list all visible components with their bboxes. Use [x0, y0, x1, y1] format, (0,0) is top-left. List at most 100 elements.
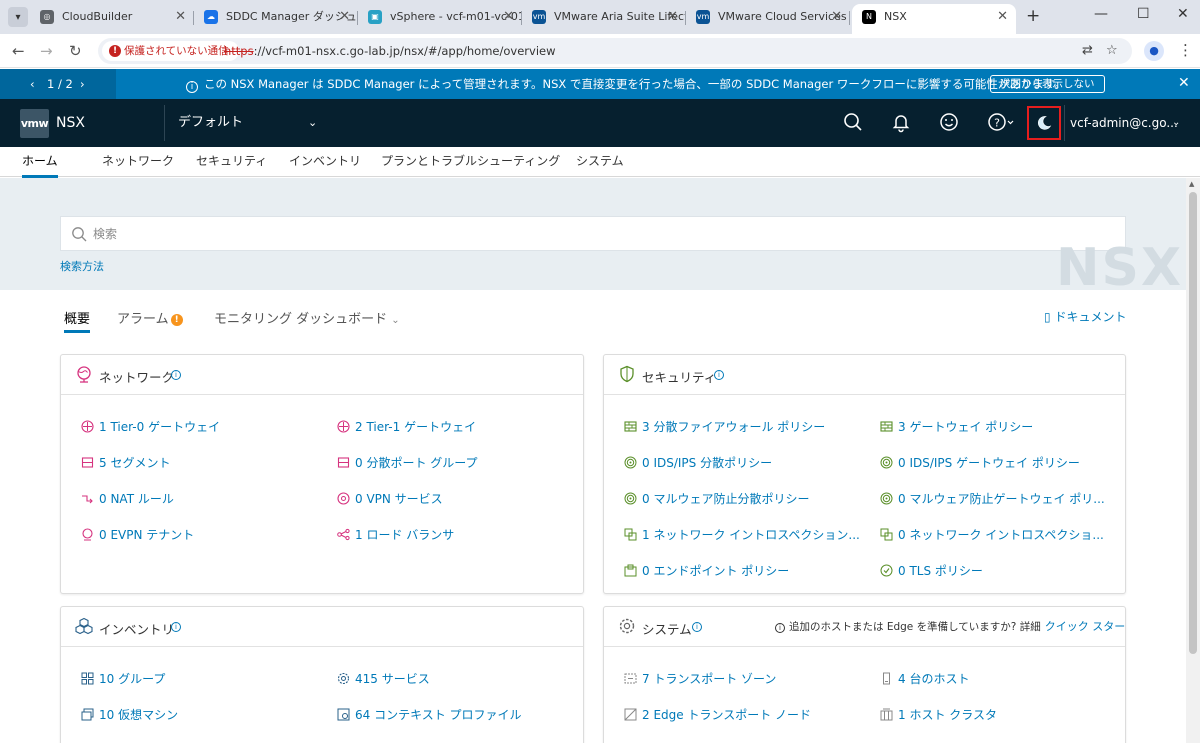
scroll-up-icon[interactable]: ▲ [1189, 180, 1194, 188]
security-item-ids-dist[interactable]: 0 IDS/IPS 分散ポリシー [624, 454, 772, 471]
network-globe-icon [75, 365, 93, 383]
system-item-edge-nodes[interactable]: 2 Edge トランスポート ノード [624, 706, 811, 723]
help-icon[interactable]: ? [986, 111, 1018, 133]
nav-system[interactable]: システム [576, 147, 624, 175]
tab-close-icon[interactable]: ✕ [175, 4, 186, 30]
tab-close-icon[interactable]: ✕ [667, 4, 678, 30]
search-field[interactable] [60, 216, 1126, 251]
documentation-link[interactable]: ▯ ドキュメント [1044, 308, 1126, 325]
network-item-lb[interactable]: 1 ロード バランサ [337, 526, 454, 543]
pager-prev-icon[interactable]: ‹ [30, 69, 35, 99]
security-indicator[interactable]: ! 保護されていない通信 [102, 41, 239, 61]
omnibox[interactable]: ! 保護されていない通信 https://vcf-m01-nsx.c.go-la… [98, 38, 1132, 64]
browser-tab-sddc-manager[interactable]: ☁ SDDC Manager ダッシュボード ✕ [194, 4, 358, 34]
nav-security[interactable]: セキュリティ [196, 147, 267, 175]
firewall-icon [624, 420, 637, 433]
browser-tab-aria-suite[interactable]: vm VMware Aria Suite Lifecycle ✕ [522, 4, 686, 34]
security-item-ids-gw[interactable]: 0 IDS/IPS ゲートウェイ ポリシー [880, 454, 1080, 471]
network-item-segments[interactable]: 5 セグメント [81, 454, 170, 471]
tab-close-icon[interactable]: ✕ [997, 4, 1008, 30]
browser-menu-icon[interactable]: ⋮ [1178, 41, 1193, 59]
network-item-tier0[interactable]: 1 Tier-0 ゲートウェイ [81, 418, 220, 435]
banner-close-icon[interactable]: ✕ [1178, 75, 1190, 91]
browser-tab-cloudbuilder[interactable]: ◎ CloudBuilder ✕ [30, 4, 194, 34]
system-card-title: システム [642, 622, 692, 637]
banner-text: この NSX Manager は SDDC Manager によって管理されます… [204, 77, 1066, 91]
nav-inventory[interactable]: インベントリ [289, 147, 361, 175]
inventory-item-services[interactable]: 415 サービス [337, 670, 430, 687]
security-item-gw-policy[interactable]: 3 ゲートウェイ ポリシー [880, 418, 1033, 435]
feedback-smiley-icon[interactable] [938, 111, 960, 133]
tab-close-icon[interactable]: ✕ [503, 4, 514, 30]
browser-tab-cloud-services[interactable]: vm VMware Cloud Services ✕ [686, 4, 850, 34]
item-label: 4 台のホスト [898, 672, 970, 686]
scroll-thumb[interactable] [1189, 192, 1197, 654]
security-item-tls[interactable]: 0 TLS ポリシー [880, 562, 983, 579]
item-label: 10 仮想マシン [99, 708, 179, 722]
translate-icon[interactable]: ⇄ [1082, 43, 1093, 58]
maximize-icon[interactable]: ☐ [1137, 6, 1150, 22]
page-scrollbar[interactable]: ▲ [1186, 178, 1200, 743]
chevron-down-icon[interactable]: ⌄ [308, 99, 317, 147]
profile-avatar-icon[interactable]: ● [1144, 41, 1164, 61]
browser-tab-nsx[interactable]: N NSX ✕ [852, 4, 1016, 34]
quick-start-link[interactable]: クイック スタート [1045, 620, 1125, 633]
chevron-down-icon[interactable]: ⌄ [1172, 99, 1180, 147]
search-icon[interactable] [842, 111, 864, 133]
minimize-icon[interactable]: — [1094, 6, 1108, 22]
tab-close-icon[interactable]: ✕ [831, 4, 842, 30]
back-icon[interactable]: ← [12, 42, 25, 60]
tab-alarms[interactable]: アラーム! [117, 308, 183, 327]
inventory-card-header: インベントリ i [61, 607, 583, 647]
info-icon[interactable]: i [714, 370, 724, 380]
security-item-endpoint[interactable]: 0 エンドポイント ポリシー [624, 562, 789, 579]
nav-plan-troubleshoot[interactable]: プランとトラブルシューティング [381, 147, 560, 175]
ids-target-icon [880, 456, 893, 469]
tab-monitoring-dashboard[interactable]: モニタリング ダッシュボード ⌄ [214, 308, 400, 327]
network-item-dvpg[interactable]: 0 分散ポート グループ [337, 454, 478, 471]
network-card: ネットワーク i 1 Tier-0 ゲートウェイ 2 Tier-1 ゲートウェイ… [60, 354, 584, 594]
bell-icon[interactable] [890, 111, 912, 133]
info-icon[interactable]: i [171, 622, 181, 632]
system-item-hosts[interactable]: 4 台のホスト [880, 670, 969, 687]
pager-next-icon[interactable]: › [80, 69, 85, 99]
inventory-item-groups[interactable]: 10 グループ [81, 670, 165, 687]
tab-search-chevron-icon[interactable]: ▾ [8, 7, 28, 27]
new-tab-icon[interactable]: + [1026, 6, 1040, 26]
vmw-icon: vm [532, 10, 546, 24]
services-gear-icon [337, 672, 350, 685]
inventory-item-context-profiles[interactable]: 64 コンテキスト プロファイル [337, 706, 522, 723]
security-item-ni-2[interactable]: 0 ネットワーク イントロスペクショ... [880, 526, 1104, 543]
security-item-ni-1[interactable]: 1 ネットワーク イントロスペクション... [624, 526, 860, 543]
info-icon[interactable]: i [692, 622, 702, 632]
banner-dismiss-button[interactable]: 次回から表示しない [990, 75, 1105, 93]
dark-mode-toggle[interactable] [1027, 106, 1061, 140]
user-menu[interactable]: vcf-admin@c.go... [1070, 99, 1178, 147]
item-label: 1 ホスト クラスタ [898, 708, 998, 722]
search-help-link[interactable]: 検索方法 [60, 258, 104, 274]
tab-close-icon[interactable]: ✕ [339, 4, 350, 30]
window-close-icon[interactable]: ✕ [1177, 6, 1189, 22]
forward-icon[interactable]: → [40, 42, 53, 60]
network-item-vpn[interactable]: 0 VPN サービス [337, 490, 443, 507]
tab-overview[interactable]: 概要 [64, 308, 91, 333]
network-item-tier1[interactable]: 2 Tier-1 ゲートウェイ [337, 418, 476, 435]
network-item-evpn[interactable]: 0 EVPN テナント [81, 526, 194, 543]
context-selector[interactable]: デフォルト [178, 99, 243, 147]
browser-tab-vsphere[interactable]: ▣ vSphere - vcf-m01-vc-01. ✕ [358, 4, 522, 34]
security-item-malware-dist[interactable]: 0 マルウェア防止分散ポリシー [624, 490, 809, 507]
network-item-nat[interactable]: 0 NAT ルール [81, 490, 174, 507]
reload-icon[interactable]: ↻ [69, 42, 82, 60]
system-item-transport-zones[interactable]: 7 トランスポート ゾーン [624, 670, 776, 687]
bookmark-star-icon[interactable]: ☆ [1106, 43, 1118, 58]
nav-networking[interactable]: ネットワーク [102, 147, 174, 175]
info-icon[interactable]: i [171, 370, 181, 380]
system-item-host-clusters[interactable]: 1 ホスト クラスタ [880, 706, 997, 723]
nav-home[interactable]: ホーム [22, 147, 58, 178]
security-item-dfw[interactable]: 3 分散ファイアウォール ポリシー [624, 418, 825, 435]
inventory-item-vms[interactable]: 10 仮想マシン [81, 706, 178, 723]
item-label: 2 Tier-1 ゲートウェイ [355, 420, 477, 434]
url-text[interactable]: https://vcf-m01-nsx.c.go-lab.jp/nsx/#/ap… [224, 38, 556, 64]
security-item-malware-gw[interactable]: 0 マルウェア防止ゲートウェイ ポリ... [880, 490, 1105, 507]
search-input[interactable] [93, 217, 1093, 250]
